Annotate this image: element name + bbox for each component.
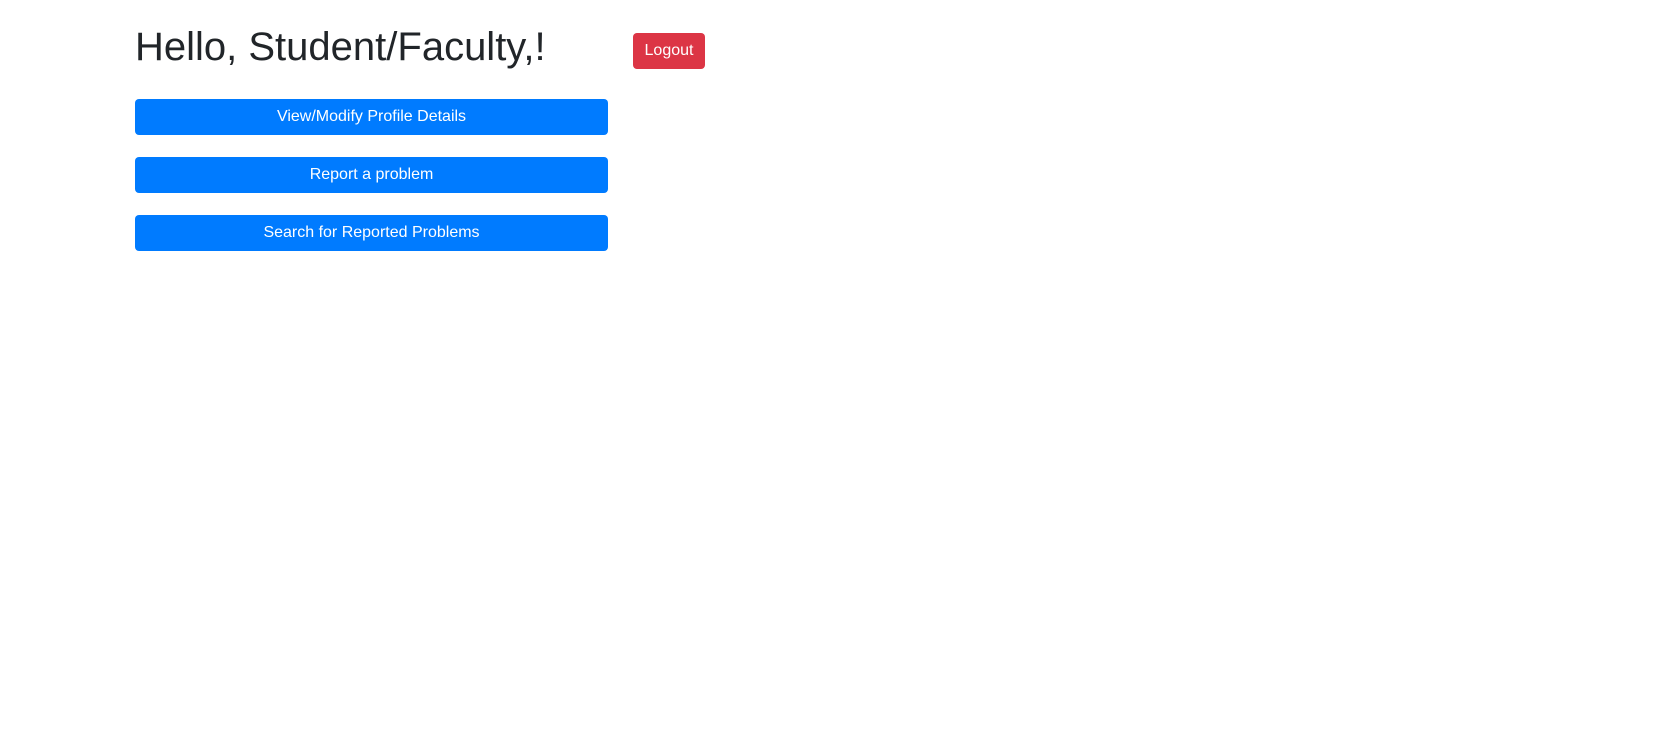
greeting-heading: Hello, Student/Faculty,! bbox=[135, 25, 546, 69]
search-reported-problems-button[interactable]: Search for Reported Problems bbox=[135, 215, 608, 251]
logout-button[interactable]: Logout bbox=[633, 33, 705, 69]
view-modify-profile-button[interactable]: View/Modify Profile Details bbox=[135, 99, 608, 135]
dashboard-page: Hello, Student/Faculty,! Logout View/Mod… bbox=[0, 0, 1664, 746]
report-problem-button[interactable]: Report a problem bbox=[135, 157, 608, 193]
